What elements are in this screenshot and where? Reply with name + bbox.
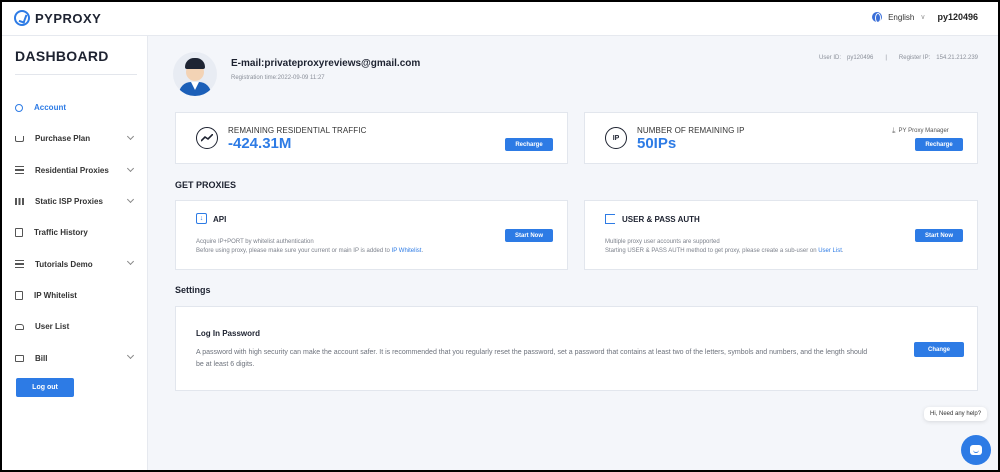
user-pass-icon [605,214,615,224]
password-description: A password with high security can make t… [196,349,868,368]
sidebar-item-label: Tutorials Demo [35,259,93,269]
sidebar-nav: Account Purchase Plan Residential Proxie… [2,92,148,374]
separator: | [885,55,887,61]
password-title: Log In Password [196,329,261,338]
user-pass-start-now-button[interactable]: Start Now [915,229,963,242]
settings-title: Settings [175,285,211,295]
user-icon [15,103,23,112]
register-ip-value: 154.21.212.239 [936,55,978,61]
ip-icon: IP [605,127,627,149]
document-icon [15,290,23,300]
sidebar-item-tutorials-demo[interactable]: Tutorials Demo [2,248,148,279]
chevron-down-icon [126,195,135,203]
globe-icon [872,12,883,23]
register-ip-label: Register IP: [898,55,931,61]
download-icon: ↓ [196,213,207,224]
user-id-value: py120496 [847,55,874,61]
user-pass-auth-card: USER & PASS AUTH Multiple proxy user acc… [584,200,978,270]
sidebar-item-ip-whitelist[interactable]: IP Whitelist [2,280,148,311]
logout-button[interactable]: Log out [16,378,74,397]
py-proxy-manager-link[interactable]: ⤓ PY Proxy Manager [892,126,949,136]
ip-whitelist-link[interactable]: IP Whitelist [392,248,422,254]
api-note: Before using proxy, please make sure you… [196,248,424,254]
grid-icon [15,198,24,206]
registration-time: Registration time:2022-09-09 11:27 [231,75,325,81]
sidebar: DASHBOARD Account Purchase Plan Resident… [2,36,148,470]
brand-name: PYPROXY [35,10,102,26]
sidebar-item-label: Static ISP Proxies [35,197,103,207]
traffic-label: REMAINING RESIDENTIAL TRAFFIC [228,126,367,135]
recharge-ip-button[interactable]: Recharge [915,138,963,151]
document-icon [15,228,23,238]
app-window: PYPROXY English ∨ py120496 DASHBOARD Acc… [2,2,998,470]
cart-icon [15,135,24,142]
chat-help-bubble[interactable]: Hi, Need any help? [924,407,988,421]
user-list-link[interactable]: User List [818,248,842,254]
password-card: Log In Password A password with high sec… [175,306,978,391]
brand-logo[interactable]: PYPROXY [14,10,101,26]
chat-button[interactable] [961,435,991,465]
traffic-card: REMAINING RESIDENTIAL TRAFFIC -424.31M R… [175,112,568,164]
chevron-down-icon [126,258,135,266]
traffic-chart-icon [196,127,218,149]
api-description: Acquire IP+PORT by whitelist authenticat… [196,239,314,245]
traffic-value: -424.31M [228,135,292,152]
logo-icon [14,10,30,26]
chat-icon [970,445,982,455]
account-email: E-mail:privateproxyreviews@gmail.com [231,58,421,69]
sidebar-item-residential-proxies[interactable]: Residential Proxies [2,155,148,186]
sidebar-item-label: Purchase Plan [35,134,91,144]
divider [15,74,137,75]
user-id-label: User ID: [818,55,841,61]
top-right-controls: English ∨ py120496 [872,12,978,23]
remaining-ip-value: 50IPs [637,135,677,152]
sidebar-item-label: Bill [35,353,48,363]
sidebar-item-static-isp-proxies[interactable]: Static ISP Proxies [2,186,148,217]
sidebar-item-label: Account [34,103,66,113]
remaining-ip-label: NUMBER OF REMAINING IP [637,126,745,135]
download-icon: ⤓ [892,126,896,135]
sidebar-item-label: Residential Proxies [35,165,109,175]
api-title: API [213,215,227,224]
sidebar-item-account[interactable]: Account [2,92,148,123]
remaining-ip-card: IP NUMBER OF REMAINING IP 50IPs ⤓ PY Pro… [584,112,978,164]
user-menu[interactable]: py120496 [937,12,978,22]
list-icon [15,260,24,269]
api-start-now-button[interactable]: Start Now [505,229,553,242]
chevron-down-icon [126,133,135,141]
list-icon [15,166,24,175]
change-password-button[interactable]: Change [914,342,964,357]
recharge-traffic-button[interactable]: Recharge [505,138,553,151]
chevron-down-icon [126,164,135,172]
dashboard-title: DASHBOARD [15,48,109,64]
sidebar-item-purchase-plan[interactable]: Purchase Plan [2,123,148,154]
sidebar-item-bill[interactable]: Bill [2,342,148,373]
sidebar-item-label: User List [35,322,70,332]
language-selector[interactable]: English [888,13,914,22]
avatar [173,52,217,96]
api-card: ↓ API Acquire IP+PORT by whitelist authe… [175,200,568,270]
user-pass-note: Starting USER & PASS AUTH method to get … [605,248,844,254]
top-bar: PYPROXY English ∨ py120496 [2,2,998,36]
sidebar-item-traffic-history[interactable]: Traffic History [2,217,148,248]
account-ids: User ID: py120496 | Register IP: 154.21.… [819,55,978,61]
user-pass-description: Multiple proxy user accounts are support… [605,239,720,245]
sidebar-item-label: IP Whitelist [34,290,77,300]
wallet-icon [15,354,24,362]
car-icon [15,323,24,330]
user-pass-auth-title: USER & PASS AUTH [622,215,700,224]
chevron-down-icon[interactable]: ∨ [920,13,925,21]
sidebar-item-user-list[interactable]: User List [2,311,148,342]
chevron-down-icon [126,352,135,360]
get-proxies-title: GET PROXIES [175,180,237,190]
sidebar-item-label: Traffic History [34,228,88,238]
